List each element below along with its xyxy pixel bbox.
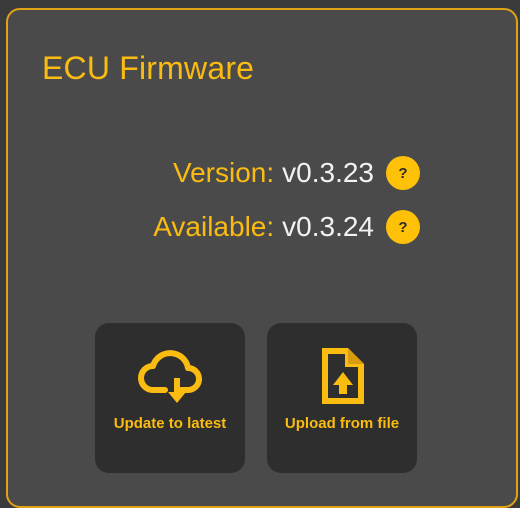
update-to-latest-button[interactable]: Update to latest [95,323,245,473]
available-value: v0.3.24 [282,211,374,242]
version-row: Version: v0.3.23 ? [173,156,420,190]
ecu-firmware-panel: ECU Firmware Version: v0.3.23 ? Availabl… [6,8,518,508]
available-help-button[interactable]: ? [386,210,420,244]
update-to-latest-label: Update to latest [113,415,227,432]
cloud-download-icon [137,345,203,407]
upload-from-file-label: Upload from file [284,415,400,432]
file-upload-icon [318,345,366,407]
version-help-button[interactable]: ? [386,156,420,190]
question-mark-icon: ? [398,164,408,182]
upload-from-file-button[interactable]: Upload from file [267,323,417,473]
version-label: Version: [172,157,275,188]
question-mark-icon: ? [398,218,408,236]
panel-title: ECU Firmware [42,50,255,86]
available-row: Available: v0.3.24 ? [153,210,420,244]
version-value: v0.3.23 [282,157,374,188]
available-label: Available: [153,211,275,242]
